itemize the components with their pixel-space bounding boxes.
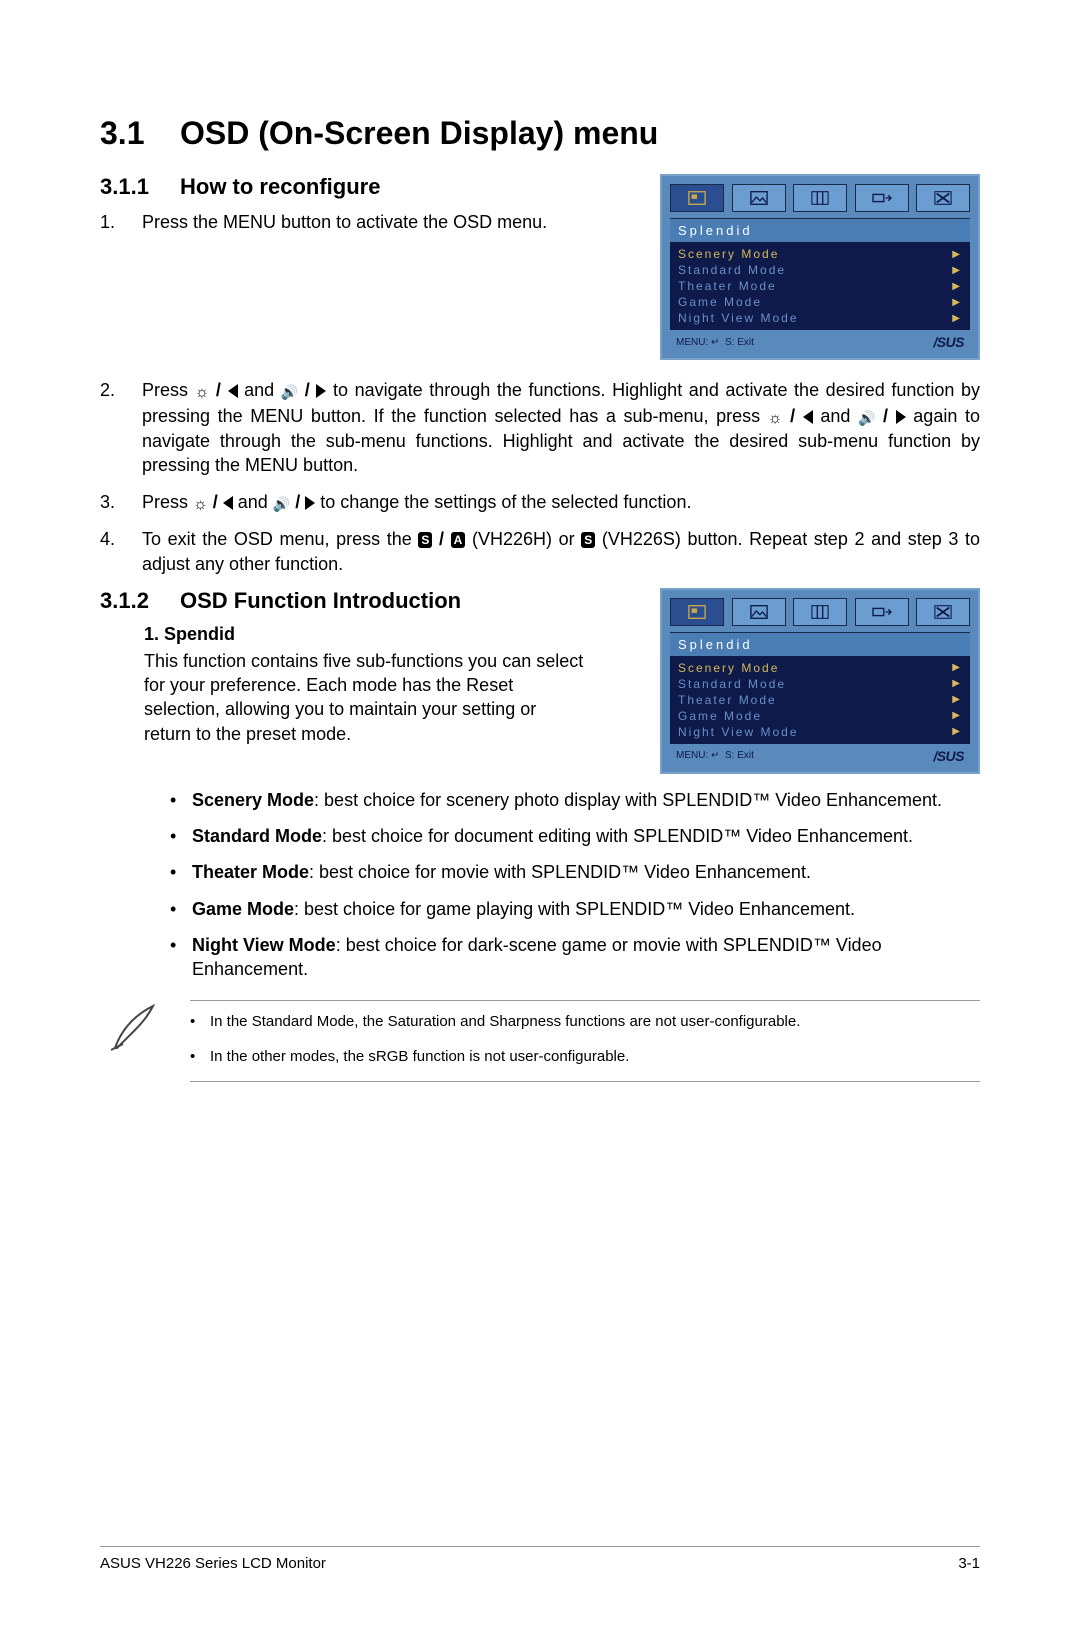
s-button-icon: S xyxy=(418,532,432,548)
osd-tab-image-icon xyxy=(732,184,786,212)
mode-standard: Standard Mode: best choice for document … xyxy=(170,824,980,848)
section-heading: 3.1OSD (On-Screen Display) menu xyxy=(100,115,980,152)
mode-night: Night View Mode: best choice for dark-sc… xyxy=(170,933,980,982)
volume-icon xyxy=(281,379,298,403)
triangle-right-icon xyxy=(896,410,906,424)
spendid-description: This function contains five sub-function… xyxy=(144,649,584,746)
a-button-icon: A xyxy=(451,532,466,548)
osd-tab-setup-icon xyxy=(916,184,970,212)
mode-theater: Theater Mode: best choice for movie with… xyxy=(170,860,980,884)
osd-title: Splendid xyxy=(670,218,970,242)
page-footer: ASUS VH226 Series LCD Monitor 3-1 xyxy=(100,1546,980,1572)
chevron-right-icon: ▶ xyxy=(952,662,962,673)
divider xyxy=(100,1546,980,1547)
volume-icon xyxy=(273,491,290,515)
osd-tab-color-icon xyxy=(793,184,847,212)
osd-item-standard: Standard Mode▶ xyxy=(670,676,970,692)
footer-left: ASUS VH226 Series LCD Monitor xyxy=(100,1555,326,1572)
section-title: OSD (On-Screen Display) menu xyxy=(180,115,658,151)
step-2: 2. Press / and / to navigate through the… xyxy=(100,378,980,478)
mode-scenery: Scenery Mode: best choice for scenery ph… xyxy=(170,788,980,812)
brightness-icon xyxy=(193,491,208,516)
triangle-left-icon xyxy=(803,410,813,424)
osd-item-scenery: Scenery Mode▶ xyxy=(670,246,970,262)
note-2: In the other modes, the sRGB function is… xyxy=(190,1046,980,1067)
subsection-1-heading: 3.1.1How to reconfigure xyxy=(100,174,630,200)
note-1: In the Standard Mode, the Saturation and… xyxy=(190,1011,980,1032)
osd-item-standard: Standard Mode▶ xyxy=(670,262,970,278)
s-button-icon: S xyxy=(581,532,595,548)
osd-tab-color-icon xyxy=(793,598,847,626)
volume-icon xyxy=(858,405,875,429)
subsection-2-title: OSD Function Introduction xyxy=(180,588,461,613)
osd-tab-splendid-icon xyxy=(670,184,724,212)
osd-tab-splendid-icon xyxy=(670,598,724,626)
osd-item-game: Game Mode▶ xyxy=(670,708,970,724)
subsection-2-number: 3.1.2 xyxy=(100,588,180,614)
chevron-right-icon: ▶ xyxy=(952,678,962,689)
divider xyxy=(190,1081,980,1082)
osd-footer: MENU: ↵ S: Exit /SUS xyxy=(670,744,970,764)
chevron-right-icon: ▶ xyxy=(952,726,962,737)
footer-right: 3-1 xyxy=(958,1555,980,1572)
triangle-left-icon xyxy=(223,496,233,510)
osd-title: Splendid xyxy=(670,632,970,656)
quill-note-icon xyxy=(100,994,170,1092)
subsection-1-title: How to reconfigure xyxy=(180,174,380,199)
osd-screenshot-1: Splendid Scenery Mode▶ Standard Mode▶ Th… xyxy=(660,174,980,360)
spendid-heading: 1. Spendid xyxy=(144,624,630,645)
osd-tabs xyxy=(670,598,970,626)
section-number: 3.1 xyxy=(100,115,180,152)
osd-tab-input-icon xyxy=(855,598,909,626)
osd-item-night: Night View Mode▶ xyxy=(670,310,970,326)
chevron-right-icon: ▶ xyxy=(952,281,962,292)
brand-logo: /SUS xyxy=(933,334,964,350)
osd-tab-input-icon xyxy=(855,184,909,212)
subsection-1-number: 3.1.1 xyxy=(100,174,180,200)
osd-tab-image-icon xyxy=(732,598,786,626)
triangle-left-icon xyxy=(228,384,238,398)
subsection-2-heading: 3.1.2OSD Function Introduction xyxy=(100,588,630,614)
osd-footer: MENU: ↵ S: Exit /SUS xyxy=(670,330,970,350)
modes-list: Scenery Mode: best choice for scenery ph… xyxy=(170,788,980,982)
chevron-right-icon: ▶ xyxy=(952,313,962,324)
chevron-right-icon: ▶ xyxy=(952,249,962,260)
brand-logo: /SUS xyxy=(933,748,964,764)
osd-tabs xyxy=(670,184,970,212)
chevron-right-icon: ▶ xyxy=(952,710,962,721)
triangle-right-icon xyxy=(305,496,315,510)
step-1: 1. Press the MENU button to activate the… xyxy=(100,210,630,234)
osd-tab-setup-icon xyxy=(916,598,970,626)
divider xyxy=(190,1000,980,1001)
osd-menu: Scenery Mode▶ Standard Mode▶ Theater Mod… xyxy=(670,656,970,744)
chevron-right-icon: ▶ xyxy=(952,297,962,308)
triangle-right-icon xyxy=(316,384,326,398)
osd-item-theater: Theater Mode▶ xyxy=(670,278,970,294)
chevron-right-icon: ▶ xyxy=(952,265,962,276)
osd-item-scenery: Scenery Mode▶ xyxy=(670,660,970,676)
brightness-icon xyxy=(195,379,210,404)
osd-item-theater: Theater Mode▶ xyxy=(670,692,970,708)
osd-item-night: Night View Mode▶ xyxy=(670,724,970,740)
note-block: In the Standard Mode, the Saturation and… xyxy=(100,994,980,1092)
chevron-right-icon: ▶ xyxy=(952,694,962,705)
mode-game: Game Mode: best choice for game playing … xyxy=(170,897,980,921)
brightness-icon xyxy=(768,405,783,430)
osd-screenshot-2: Splendid Scenery Mode▶ Standard Mode▶ Th… xyxy=(660,588,980,774)
osd-item-game: Game Mode▶ xyxy=(670,294,970,310)
step-4: 4. To exit the OSD menu, press the S / A… xyxy=(100,527,980,576)
step-3: 3. Press / and / to change the settings … xyxy=(100,490,980,516)
osd-menu: Scenery Mode▶ Standard Mode▶ Theater Mod… xyxy=(670,242,970,330)
